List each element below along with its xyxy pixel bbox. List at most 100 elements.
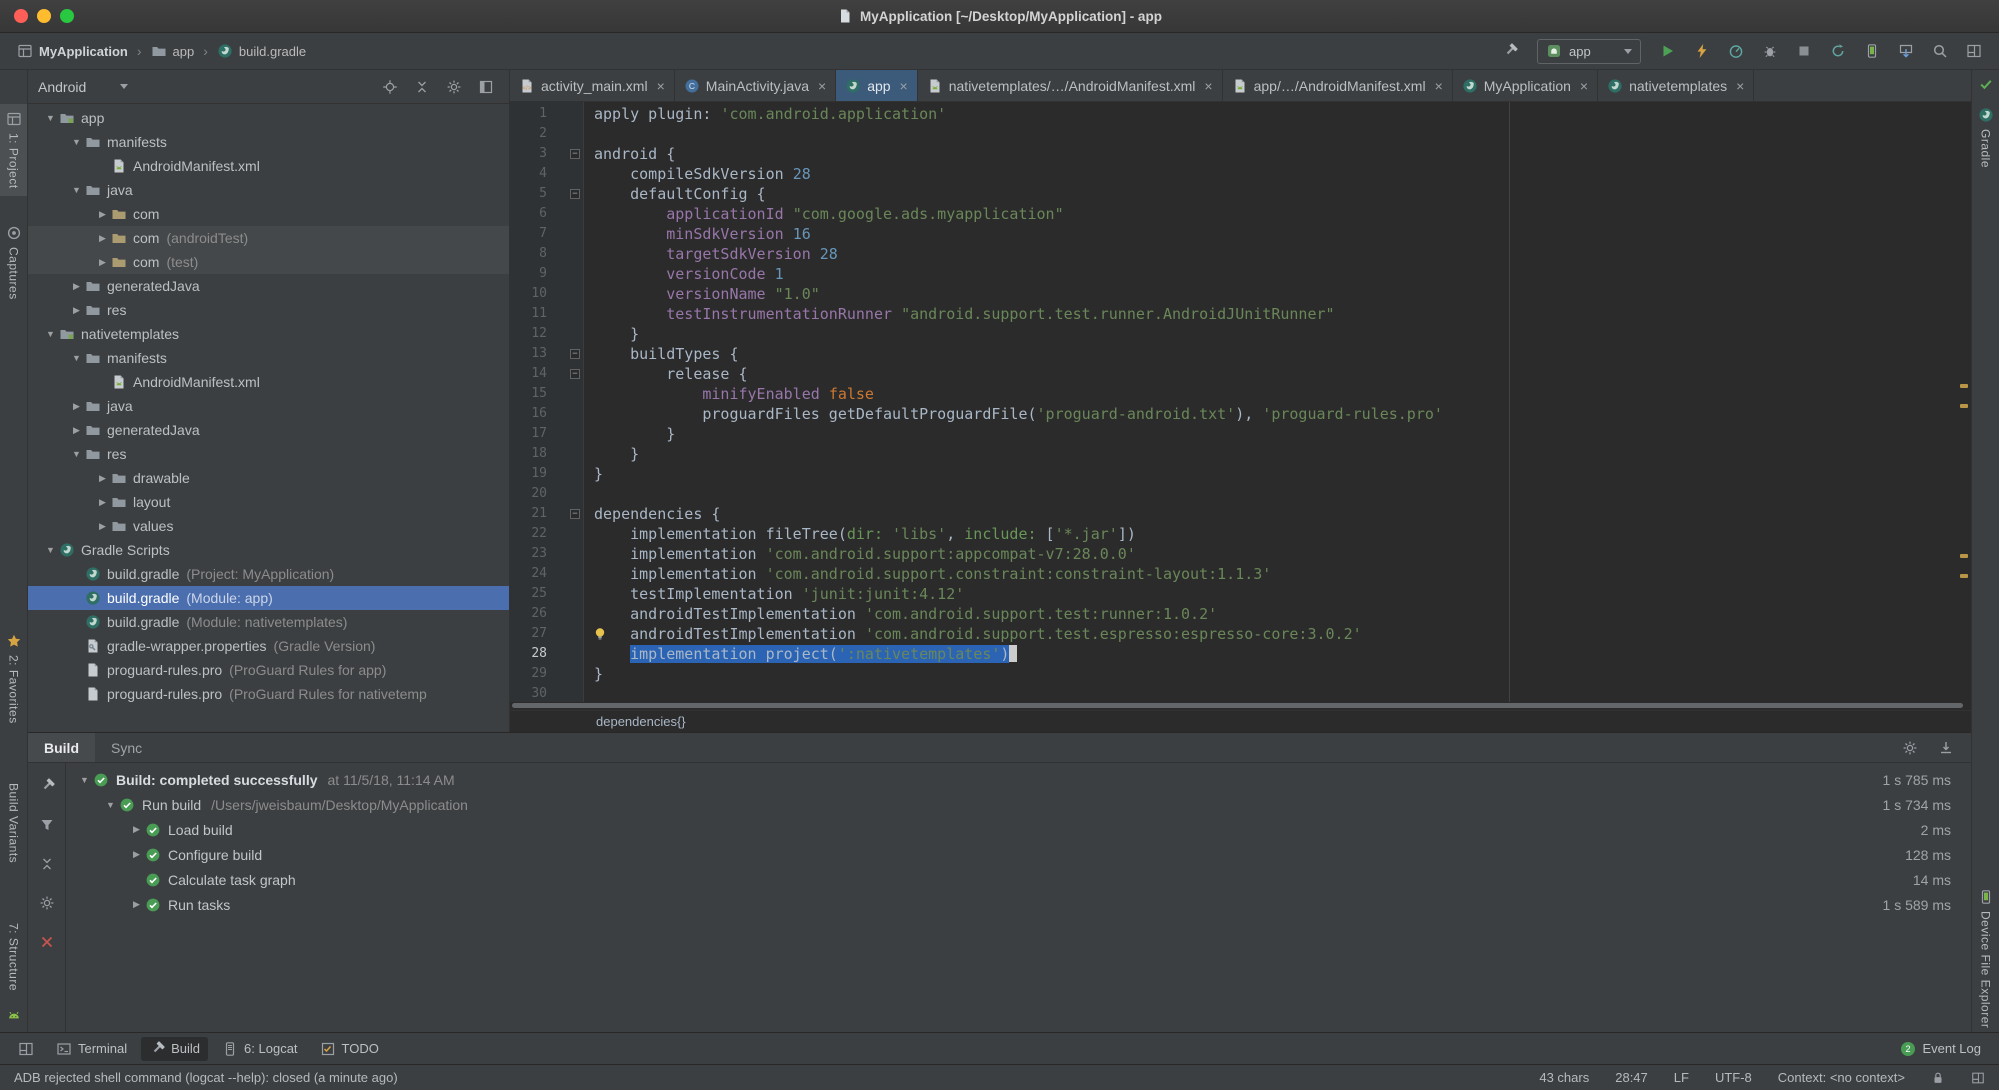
editor-breadcrumb-item[interactable]: dependencies{} bbox=[596, 714, 686, 729]
code-line[interactable]: versionCode 1 bbox=[594, 264, 1971, 284]
build-tree-row[interactable]: ▼ Run build/Users/jweisbaum/Desktop/MyApp… bbox=[66, 792, 1971, 817]
close-tab-icon[interactable]: × bbox=[1736, 78, 1744, 94]
line-number[interactable]: 3− bbox=[510, 144, 583, 164]
project-tree-item[interactable]: AndroidManifest.xml bbox=[28, 154, 509, 178]
build-panel-tab-sync[interactable]: Sync bbox=[95, 733, 158, 762]
editor-tab[interactable]: </> activity_main.xml × bbox=[510, 70, 675, 101]
run-play-button[interactable] bbox=[1655, 38, 1681, 64]
line-number[interactable]: 11 bbox=[510, 304, 583, 324]
project-tree-item[interactable]: ▼ manifests bbox=[28, 130, 509, 154]
fold-marker-icon[interactable]: − bbox=[570, 369, 580, 379]
project-tree-item[interactable]: ▼ app bbox=[28, 106, 509, 130]
line-number[interactable]: 30 bbox=[510, 684, 583, 702]
expand-arrow-icon[interactable]: ▶ bbox=[94, 473, 111, 484]
line-number[interactable]: 23 bbox=[510, 544, 583, 564]
sync-project-button[interactable] bbox=[1825, 38, 1851, 64]
status-widget[interactable]: Context: <no context> bbox=[1778, 1070, 1905, 1085]
close-window-button[interactable] bbox=[14, 9, 28, 23]
line-number[interactable]: 26 bbox=[510, 604, 583, 624]
editor-tab[interactable]: C MainActivity.java × bbox=[675, 70, 837, 101]
make-project-button[interactable] bbox=[1497, 38, 1523, 64]
fold-marker-icon[interactable]: − bbox=[570, 349, 580, 359]
expand-arrow-icon[interactable]: ▶ bbox=[94, 209, 111, 220]
attach-debugger-button[interactable] bbox=[1757, 38, 1783, 64]
line-number[interactable]: 25 bbox=[510, 584, 583, 604]
line-number[interactable]: 13− bbox=[510, 344, 583, 364]
tool-strip-tab-gradle[interactable]: Gradle bbox=[1972, 100, 1999, 175]
editor-breadcrumbs[interactable]: dependencies{} bbox=[510, 710, 1971, 732]
filter-button[interactable] bbox=[34, 812, 60, 838]
code-line[interactable]: implementation 'com.android.support:appc… bbox=[594, 544, 1971, 564]
code-line[interactable]: } bbox=[594, 464, 1971, 484]
project-view-mode-select[interactable]: Android bbox=[38, 79, 128, 95]
expand-arrow-icon[interactable]: ▼ bbox=[68, 185, 85, 195]
project-tree-item[interactable]: ▶ java bbox=[28, 394, 509, 418]
status-widget[interactable]: 43 chars bbox=[1539, 1070, 1589, 1085]
editor-gutter[interactable]: 1 2 3−4 5−6 7 8 9 10 11 12 13−14−15 16 17 18 19 20 21−22… bbox=[510, 102, 584, 702]
build-tree-row[interactable]: ▼ Build: completed successfully at 11/5/18… bbox=[66, 767, 1971, 792]
project-tree-item[interactable]: ▼ java bbox=[28, 178, 509, 202]
build-tree-row[interactable]: Calculate task graph 14 ms bbox=[66, 867, 1971, 892]
editor-tab[interactable]: app/…/AndroidManifest.xml × bbox=[1223, 70, 1453, 101]
line-number[interactable]: 22 bbox=[510, 524, 583, 544]
close-tab-icon[interactable]: × bbox=[1204, 78, 1212, 94]
project-tree-item[interactable]: AndroidManifest.xml bbox=[28, 370, 509, 394]
code-line[interactable]: } bbox=[594, 424, 1971, 444]
gear-button[interactable] bbox=[1897, 735, 1923, 761]
expand-arrow-icon[interactable]: ▶ bbox=[128, 899, 145, 910]
line-number[interactable]: 28 bbox=[510, 644, 583, 664]
code-line[interactable]: androidTestImplementation 'com.android.s… bbox=[594, 624, 1971, 644]
project-tree-item[interactable]: ▶ layout bbox=[28, 490, 509, 514]
line-number[interactable]: 5− bbox=[510, 184, 583, 204]
project-tree-item[interactable]: ▶ com (test) bbox=[28, 250, 509, 274]
project-tree-item[interactable]: ▶ drawable bbox=[28, 466, 509, 490]
export-button[interactable] bbox=[1933, 735, 1959, 761]
code-line[interactable]: apply plugin: 'com.android.application' bbox=[594, 104, 1971, 124]
code-area[interactable]: apply plugin: 'com.android.application' a… bbox=[584, 102, 1971, 702]
editor-tab[interactable]: nativetemplates × bbox=[1598, 70, 1755, 101]
project-tree-item[interactable]: proguard-rules.pro (ProGuard Rules for na… bbox=[28, 682, 509, 706]
code-line[interactable]: implementation 'com.android.support.cons… bbox=[594, 564, 1971, 584]
code-line[interactable]: versionName "1.0" bbox=[594, 284, 1971, 304]
line-number[interactable]: 15 bbox=[510, 384, 583, 404]
expand-all-button[interactable] bbox=[34, 851, 60, 877]
tool-strip-tab-captures[interactable]: Captures bbox=[0, 218, 27, 307]
line-number[interactable]: 24 bbox=[510, 564, 583, 584]
close-tab-icon[interactable]: × bbox=[818, 78, 826, 94]
gear-button[interactable] bbox=[441, 74, 467, 100]
build-tree-row[interactable]: ▶ Configure build 128 ms bbox=[66, 842, 1971, 867]
code-line[interactable]: release { bbox=[594, 364, 1971, 384]
minimize-window-button[interactable] bbox=[37, 9, 51, 23]
editor-tab[interactable]: app × bbox=[836, 70, 918, 101]
project-tree-item[interactable]: ▶ values bbox=[28, 514, 509, 538]
horizontal-scrollbar[interactable] bbox=[510, 702, 1971, 710]
line-number[interactable]: 29 bbox=[510, 664, 583, 684]
code-line[interactable]: defaultConfig { bbox=[594, 184, 1971, 204]
code-line[interactable]: applicationId "com.google.ads.myapplicat… bbox=[594, 204, 1971, 224]
expand-arrow-icon[interactable]: ▼ bbox=[68, 137, 85, 147]
project-tree-item[interactable]: ▼ Gradle Scripts bbox=[28, 538, 509, 562]
close-tab-icon[interactable]: × bbox=[1580, 78, 1588, 94]
fold-marker-icon[interactable]: − bbox=[570, 509, 580, 519]
expand-arrow-icon[interactable]: ▼ bbox=[42, 113, 59, 123]
status-widget[interactable]: LF bbox=[1674, 1070, 1689, 1085]
run-config-select[interactable]: app bbox=[1537, 38, 1641, 64]
collapse-all-button[interactable] bbox=[409, 74, 435, 100]
toolwindow-button-terminal[interactable]: Terminal bbox=[48, 1037, 135, 1061]
lock-icon[interactable] bbox=[1931, 1071, 1945, 1085]
code-line[interactable]: } bbox=[594, 444, 1971, 464]
line-number[interactable]: 2 bbox=[510, 124, 583, 144]
line-number[interactable]: 20 bbox=[510, 484, 583, 504]
profiler-button[interactable] bbox=[1723, 38, 1749, 64]
expand-arrow-icon[interactable]: ▶ bbox=[94, 233, 111, 244]
expand-arrow-icon[interactable]: ▶ bbox=[128, 824, 145, 835]
code-line[interactable]: targetSdkVersion 28 bbox=[594, 244, 1971, 264]
tool-strip-tab-build-variants[interactable]: Build Variants bbox=[0, 776, 27, 870]
code-line[interactable]: minSdkVersion 16 bbox=[594, 224, 1971, 244]
toolwindow-grid-icon[interactable] bbox=[1971, 1071, 1985, 1085]
code-line[interactable] bbox=[594, 124, 1971, 144]
toolwindow-button-6-logcat[interactable]: 6: Logcat bbox=[214, 1037, 306, 1061]
line-number[interactable]: 12 bbox=[510, 324, 583, 344]
project-tree-item[interactable]: ▼ manifests bbox=[28, 346, 509, 370]
close-red-button[interactable] bbox=[34, 929, 60, 955]
